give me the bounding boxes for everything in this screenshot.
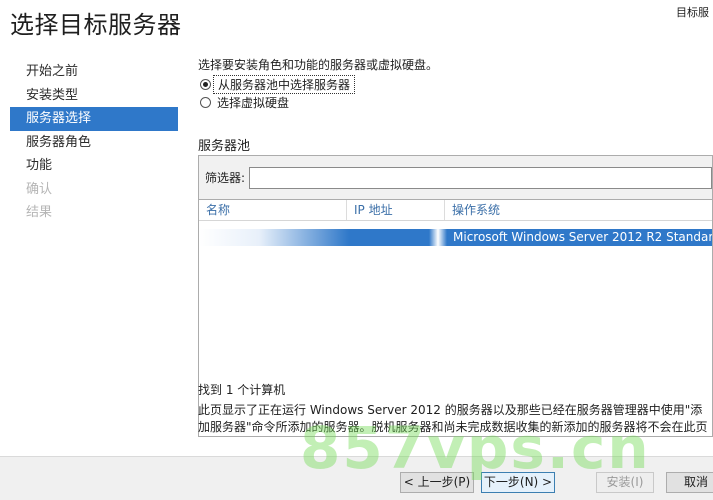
column-header-os[interactable]: 操作系统 [445,200,712,220]
install-button: 安装(I) [596,472,654,493]
cancel-button[interactable]: 取消 [666,472,713,493]
main-content: 选择要安装角色和功能的服务器或虚拟硬盘。 从服务器池中选择服务器 选择虚拟硬盘 … [198,55,713,437]
found-count: 找到 1 个计算机 [198,383,286,397]
server-os-cell: Microsoft Windows Server 2012 R2 Standar… [447,229,712,246]
filter-label: 筛选器: [205,171,246,185]
row-divider [429,229,447,246]
option-virtual-disk-label[interactable]: 选择虚拟硬盘 [217,94,289,111]
column-header-ip[interactable]: IP 地址 [347,200,445,220]
nav-item-before-you-begin[interactable]: 开始之前 [10,60,178,84]
filter-input[interactable] [249,166,712,189]
wizard-footer: < 上一步(P) 下一步(N) > 安装(I) 取消 [0,456,713,500]
nav-item-confirmation: 确认 [26,181,53,197]
nav-item-results: 结果 [26,205,53,220]
previous-button[interactable]: < 上一步(P) [400,472,474,493]
wizard-nav: 开始之前 安装类型 服务器选择 服务器角色 功能 确认 结果 [10,60,178,225]
filter-bar: 筛选器: [199,156,712,200]
destination-server-label: 目标服 [676,6,709,19]
option-virtual-disk[interactable]: 选择虚拟硬盘 [198,93,713,111]
grid-header: 名称 IP 地址 操作系统 [199,200,712,221]
nav-item-server-selection[interactable]: 服务器选择 [10,107,178,131]
next-button[interactable]: 下一步(N) > [481,472,555,493]
nav-item-installation-type[interactable]: 安装类型 [10,84,178,108]
table-row[interactable]: Microsoft Windows Server 2012 R2 Standar… [199,229,712,246]
server-name-cell [199,229,349,246]
radio-unselected-icon[interactable] [200,96,211,108]
selection-prompt: 选择要安装角色和功能的服务器或虚拟硬盘。 [198,58,439,72]
column-header-name[interactable]: 名称 [199,200,347,220]
option-server-pool[interactable]: 从服务器池中选择服务器 [198,74,713,94]
nav-item-server-roles[interactable]: 服务器角色 [10,131,178,155]
option-server-pool-label[interactable]: 从服务器池中选择服务器 [213,74,356,94]
server-pool-title: 服务器池 [198,139,251,154]
radio-selected-icon[interactable] [200,78,211,90]
nav-item-features[interactable]: 功能 [10,154,178,178]
server-ip-cell [349,229,429,246]
page-title: 选择目标服务器 [10,11,182,39]
page-description: 此页显示了正在运行 Windows Server 2012 的服务器以及那些已经… [198,403,708,434]
